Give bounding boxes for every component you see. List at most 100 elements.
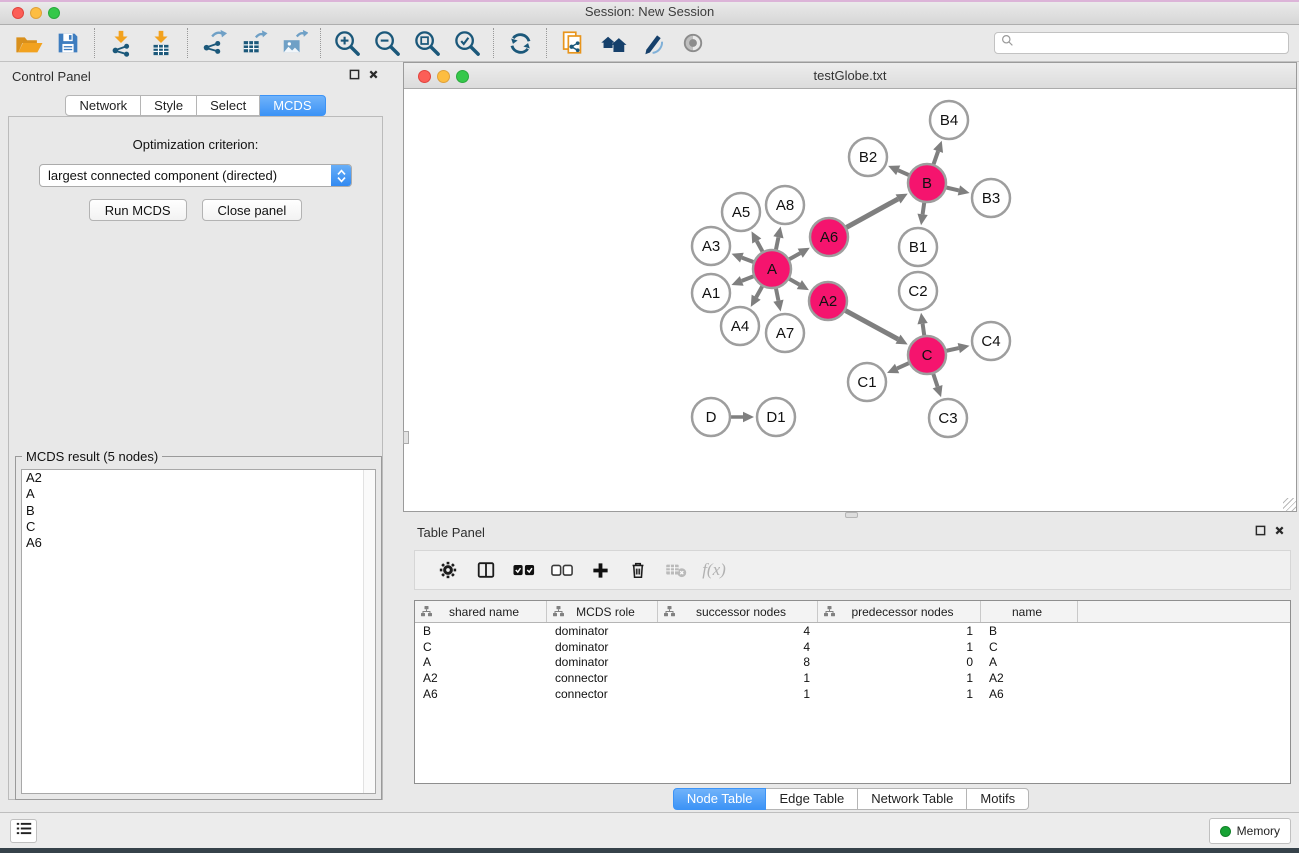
mcds-result-title: MCDS result (5 nodes) — [22, 449, 162, 464]
graph-node-label: A8 — [776, 197, 794, 214]
import-table-button[interactable] — [141, 27, 181, 59]
graph-edge-A2-C[interactable] — [843, 309, 898, 339]
result-list-item[interactable]: C — [22, 519, 375, 535]
search-box[interactable] — [994, 32, 1289, 54]
task-history-button[interactable] — [10, 819, 37, 843]
graph-arrowhead-icon — [958, 185, 970, 195]
tab-select[interactable]: Select — [197, 95, 260, 116]
table-cell: 1 — [658, 687, 818, 701]
zoom-out-button[interactable] — [367, 27, 407, 59]
table-cell: A — [415, 655, 547, 669]
table-row[interactable]: A6connector11A6 — [415, 686, 1290, 702]
close-panel-button[interactable]: Close panel — [202, 199, 303, 221]
import-network-button[interactable] — [101, 27, 141, 59]
result-list-item[interactable]: A2 — [22, 470, 375, 486]
save-session-button[interactable] — [48, 27, 88, 59]
zoom-in-button[interactable] — [327, 27, 367, 59]
table-row[interactable]: Cdominator41C — [415, 639, 1290, 655]
memory-label: Memory — [1237, 824, 1280, 838]
close-table-panel-icon[interactable] — [1274, 523, 1285, 541]
column-header-successor-nodes[interactable]: successor nodes — [658, 601, 818, 622]
tab-node-table[interactable]: Node Table — [673, 788, 767, 810]
control-panel: Control Panel NetworkStyleSelectMCDS Opt… — [0, 62, 391, 812]
open-session-button[interactable] — [8, 27, 48, 59]
table-tabs: Node TableEdge TableNetwork TableMotifs — [403, 788, 1299, 810]
table-cell: 1 — [658, 671, 818, 685]
tab-mcds[interactable]: MCDS — [260, 95, 325, 116]
result-list-item[interactable]: B — [22, 503, 375, 519]
select-all-button[interactable] — [505, 553, 543, 587]
network-from-document-button[interactable] — [553, 27, 593, 59]
table-cell: C — [415, 640, 547, 654]
result-list-item[interactable]: A — [22, 486, 375, 502]
add-column-button[interactable] — [581, 553, 619, 587]
tab-edge-table[interactable]: Edge Table — [766, 788, 858, 810]
zoom-selected-button[interactable] — [447, 27, 487, 59]
application-window: Session: New Session Control Panel Netwo… — [0, 0, 1299, 853]
table-cell: 0 — [818, 655, 981, 669]
mcds-panel: Optimization criterion: largest connecte… — [8, 116, 383, 800]
toggle-panes-button[interactable] — [467, 553, 505, 587]
export-table-button[interactable] — [234, 27, 274, 59]
tab-style[interactable]: Style — [141, 95, 197, 116]
column-header-shared-name[interactable]: shared name — [415, 601, 547, 622]
run-mcds-button[interactable]: Run MCDS — [89, 199, 187, 221]
table-cell: connector — [547, 671, 658, 685]
network-canvas[interactable]: B4B2BB3A5A8A6B1A3AC2A1A2A4A7C4CC1C3DD1 — [404, 89, 1296, 511]
tab-motifs[interactable]: Motifs — [967, 788, 1029, 810]
result-scrollbar[interactable] — [363, 470, 375, 793]
graph-node-label: C4 — [981, 333, 1000, 350]
mcds-result-list[interactable]: A2ABCA6 — [21, 469, 376, 794]
deselect-all-button[interactable] — [543, 553, 581, 587]
table-cell: 1 — [818, 687, 981, 701]
close-panel-icon[interactable] — [368, 67, 379, 85]
table-row[interactable]: Adominator80A — [415, 655, 1290, 671]
tree-icon — [421, 606, 432, 617]
float-table-panel-icon[interactable] — [1255, 523, 1266, 541]
table-cell: 4 — [658, 640, 818, 654]
tab-network[interactable]: Network — [65, 95, 141, 116]
result-list-item[interactable]: A6 — [22, 535, 375, 551]
graph-node-label: B — [922, 175, 932, 192]
window-title: Session: New Session — [0, 4, 1299, 19]
desktop-strip — [0, 848, 1299, 853]
column-header-MCDS-role[interactable]: MCDS role — [547, 601, 658, 622]
left-splitter-grip[interactable] — [403, 431, 409, 444]
graph-node-label: C1 — [857, 374, 876, 391]
memory-status-icon — [1220, 826, 1231, 837]
resize-grip-icon[interactable] — [1283, 498, 1296, 511]
hide-details-button[interactable] — [633, 27, 673, 59]
home-network-button[interactable] — [593, 27, 633, 59]
table-row[interactable]: Bdominator41B — [415, 623, 1290, 639]
search-icon — [1001, 34, 1014, 52]
memory-button[interactable]: Memory — [1209, 818, 1291, 844]
criterion-select[interactable]: largest connected component (directed) — [39, 164, 352, 187]
graph-arrowhead-icon — [773, 227, 783, 239]
tree-icon — [664, 606, 675, 617]
delete-column-button[interactable] — [619, 553, 657, 587]
table-cell: connector — [547, 687, 658, 701]
zoom-fit-button[interactable] — [407, 27, 447, 59]
column-header-predecessor-nodes[interactable]: predecessor nodes — [818, 601, 981, 622]
graph-node-label: B2 — [859, 149, 877, 166]
show-details-button[interactable] — [673, 27, 713, 59]
table-cell: 1 — [818, 671, 981, 685]
titlebar: Session: New Session — [0, 0, 1299, 25]
tab-network-table[interactable]: Network Table — [858, 788, 967, 810]
export-image-button[interactable] — [274, 27, 314, 59]
graph-arrowhead-icon — [743, 412, 754, 422]
float-panel-icon[interactable] — [349, 67, 360, 85]
column-settings-gear-button[interactable] — [429, 553, 467, 587]
toolbar-separator — [320, 28, 321, 58]
graph-node-label: A — [767, 261, 777, 278]
table-cell: dominator — [547, 624, 658, 638]
column-header-name[interactable]: name — [981, 601, 1078, 622]
graph-node-label: A2 — [819, 293, 837, 310]
graph-arrowhead-icon — [773, 300, 783, 312]
table-cell: A2 — [415, 671, 547, 685]
table-row[interactable]: A2connector11A2 — [415, 670, 1290, 686]
graph-edge-A6-B[interactable] — [844, 199, 898, 229]
export-network-button[interactable] — [194, 27, 234, 59]
refresh-network-button[interactable] — [500, 27, 540, 59]
search-input[interactable] — [1018, 36, 1288, 50]
